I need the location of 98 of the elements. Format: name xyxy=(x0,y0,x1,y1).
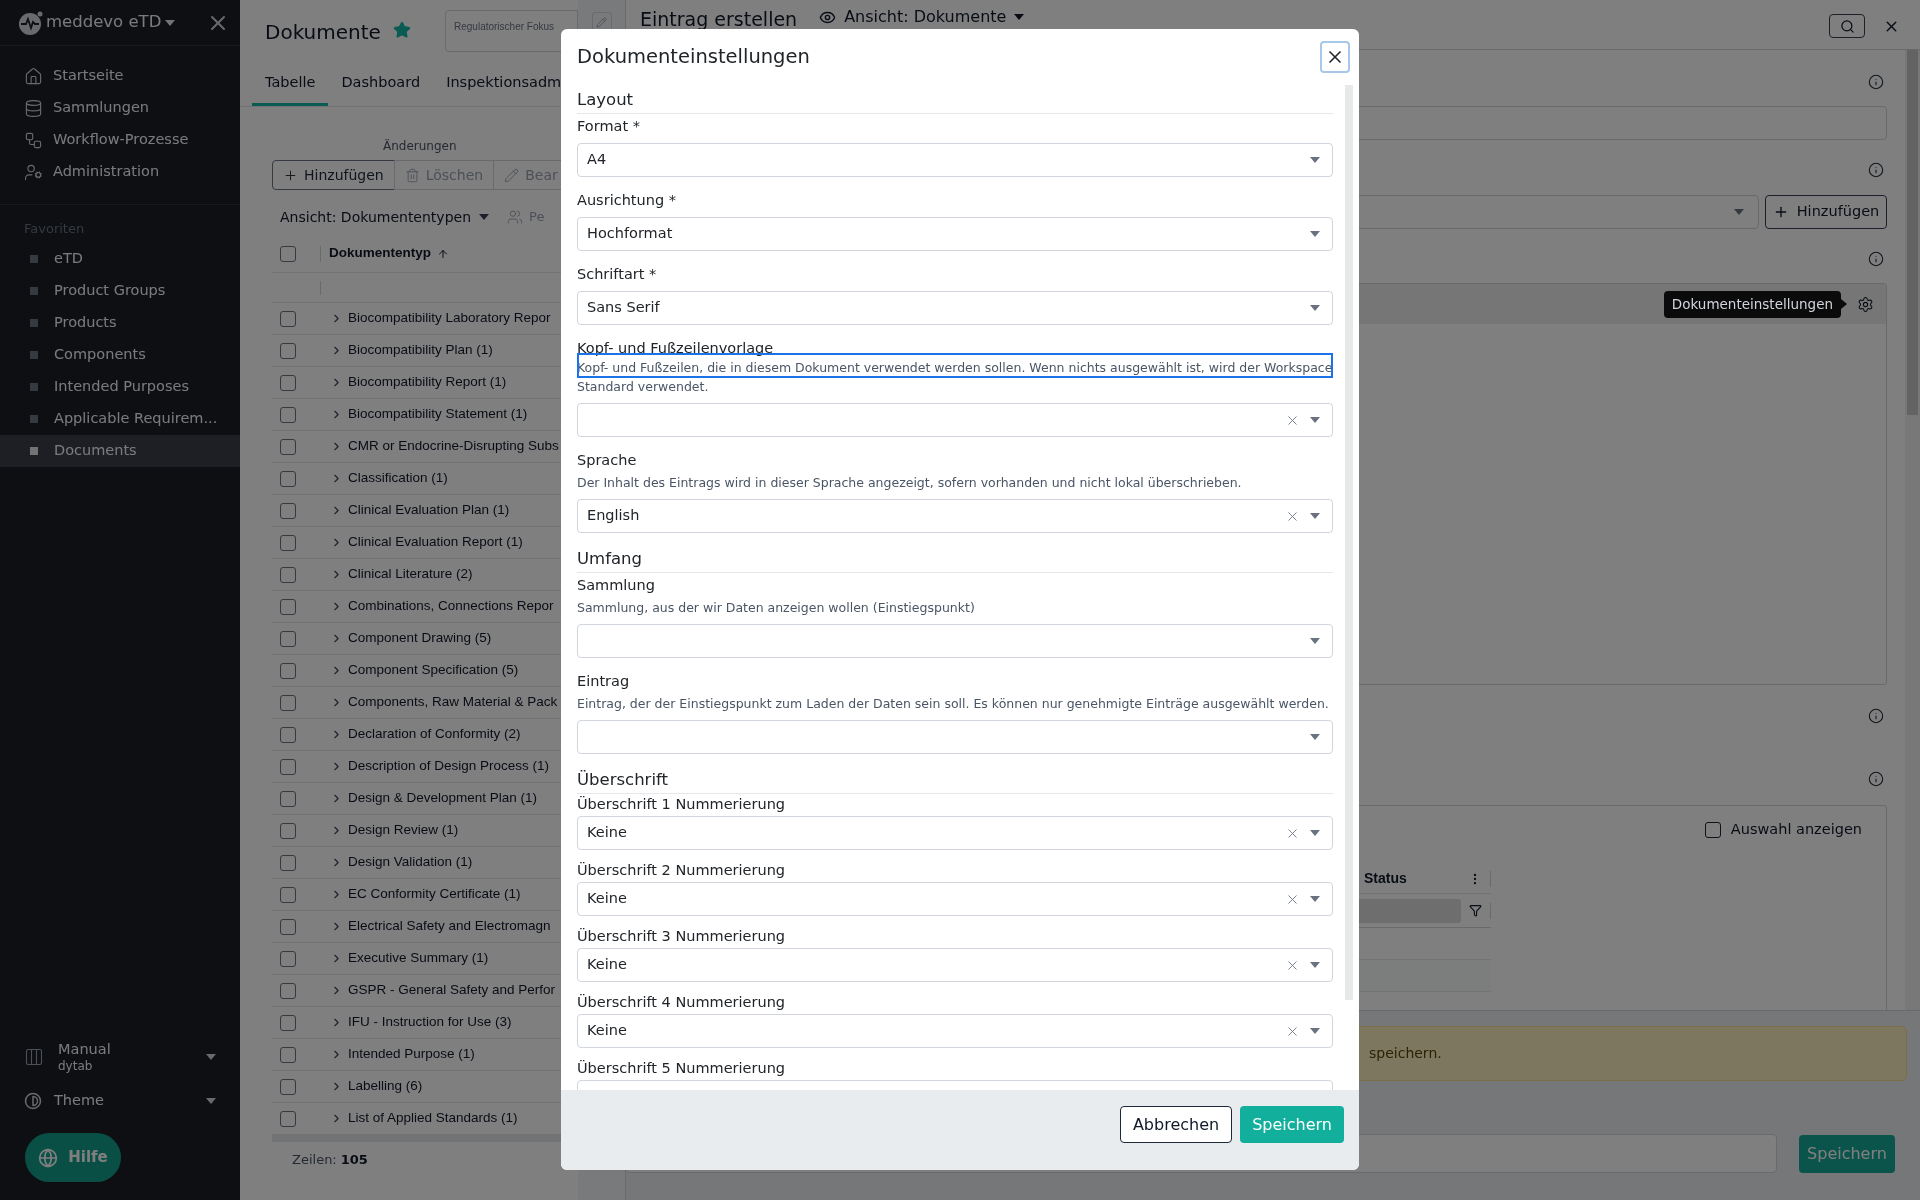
drawer-title: Eintrag erstellen xyxy=(640,7,798,32)
table-cell-text: Electrical Safety and Electromagn xyxy=(348,917,551,936)
favorite-label: Intended Purposes xyxy=(54,377,189,397)
brand-menu[interactable]: meddevo eTD xyxy=(46,10,176,35)
table-cell-text: Clinical Evaluation Report (1) xyxy=(348,533,523,552)
favorite-item[interactable]: Product Groups xyxy=(0,275,240,307)
field-label: Ausrichtung * xyxy=(577,191,677,209)
nav-item[interactable]: Administration xyxy=(0,156,240,188)
table-cell-text: Description of Design Process (1) xyxy=(348,757,550,776)
field-label: Kopf- und Fußzeilenvorlage xyxy=(577,339,775,357)
favorite-label: Components xyxy=(54,345,146,365)
table-cell-text: Biocompatibility Statement (1) xyxy=(348,405,528,424)
nav-label: Sammlungen xyxy=(53,98,150,118)
nav-label: Startseite xyxy=(53,66,124,86)
field-label: Eintrag xyxy=(577,672,631,690)
field-label: Sammlung xyxy=(577,576,656,594)
table-cell-text: Combinations, Connections Repor xyxy=(348,597,554,616)
favorite-item[interactable]: Documents xyxy=(0,435,240,467)
table-cell-text: Component Specification (5) xyxy=(348,661,519,680)
favorite-item[interactable]: Applicable Requirem... xyxy=(0,403,240,435)
field-label: Überschrift 1 Nummerierung xyxy=(577,795,787,813)
table-cell-text: Labelling (6) xyxy=(348,1077,423,1096)
table-cell-text: Clinical Evaluation Plan (1) xyxy=(348,501,510,520)
table-cell-text: Biocompatibility Report (1) xyxy=(348,373,507,392)
section-heading: Layout xyxy=(577,89,1333,114)
favorite-label: Documents xyxy=(54,441,137,461)
field-label: Überschrift 2 Nummerierung xyxy=(577,861,787,879)
column-header[interactable]: Status xyxy=(1356,868,1407,889)
select-field[interactable]: Keine xyxy=(577,948,1333,982)
field-label: Sprache xyxy=(577,451,638,469)
nav-label: Administration xyxy=(53,162,160,182)
cancel-button[interactable]: Abbrechen xyxy=(1119,1106,1233,1143)
dialog-title: Dokumenteinstellungen xyxy=(577,44,810,71)
favorite-label: Products xyxy=(54,313,117,333)
field-label: Überschrift 4 Nummerierung xyxy=(577,993,787,1011)
select-field[interactable]: A4 xyxy=(577,143,1333,177)
section-heading: Überschrift xyxy=(577,769,1333,794)
table-cell-text: Components, Raw Material & Pack xyxy=(348,693,558,712)
tab[interactable]: Tabelle xyxy=(252,62,329,106)
help-button[interactable]: Hilfe xyxy=(25,1133,121,1182)
table-cell-text: Biocompatibility Laboratory Repor xyxy=(348,309,551,328)
nav-item[interactable]: Sammlungen xyxy=(0,92,240,124)
select-field[interactable]: Keine xyxy=(577,1014,1333,1048)
nav-item[interactable]: Startseite xyxy=(0,60,240,92)
favorite-item[interactable]: Intended Purposes xyxy=(0,371,240,403)
row-count-label: Zeilen: xyxy=(292,1151,337,1170)
section-heading: Umfang xyxy=(577,548,1333,573)
workspace-switcher[interactable]: Manual dytab xyxy=(0,1035,240,1079)
select-field[interactable]: Keine xyxy=(577,882,1333,916)
table-cell-text: EC Conformity Certificate (1) xyxy=(348,885,521,904)
table-cell-text: Design & Development Plan (1) xyxy=(348,789,538,808)
table-cell-text: List of Applied Standards (1) xyxy=(348,1109,518,1128)
table-cell-text: IFU - Instruction for Use (3) xyxy=(348,1013,512,1032)
page-title: Dokumente xyxy=(265,19,381,46)
field-description: Der Inhalt des Eintrags wird in dieser Sprache angezeigt, sofern vorhanden und nicht lokal überschrieben. xyxy=(577,474,1243,492)
row-count: 105 xyxy=(340,1151,368,1170)
table-cell-text: GSPR - General Safety and Perfor xyxy=(348,981,556,1000)
field-label: Schriftart * xyxy=(577,265,658,283)
table-cell-text: Classification (1) xyxy=(348,469,448,488)
favorite-label: eTD xyxy=(54,249,83,269)
table-cell-text: Clinical Literature (2) xyxy=(348,565,473,584)
table-cell-text: CMR or Endocrine-Disrupting Subs xyxy=(348,437,559,456)
select-field[interactable]: Keine xyxy=(577,816,1333,850)
workspace-org: dytab xyxy=(58,1058,94,1074)
nav-item[interactable]: Workflow-Prozesse xyxy=(0,124,240,156)
tab[interactable]: Inspektionsadm xyxy=(433,62,575,106)
favorite-item[interactable]: Components xyxy=(0,339,240,371)
workspace-name: Manual xyxy=(58,1040,111,1059)
group-label: Änderungen xyxy=(383,138,458,154)
tooltip: Dokumenteinstellungen xyxy=(1663,290,1841,318)
select-field[interactable]: Sans Serif xyxy=(577,291,1333,325)
add-button[interactable]: Hinzufügen xyxy=(1765,195,1887,229)
field-description: Eintrag, der der Einstiegspunkt zum Laden der Daten sein soll. Es können nur genehmigte Einträge ausgewählt werden. xyxy=(577,695,1330,713)
favorite-item[interactable]: Products xyxy=(0,307,240,339)
theme-switcher[interactable]: Theme xyxy=(0,1083,240,1119)
table-cell-text: Design Validation (1) xyxy=(348,853,473,872)
view-selector[interactable]: Ansicht: Dokumententypen xyxy=(272,206,489,228)
select-field[interactable]: Hochformat xyxy=(577,217,1333,251)
favorite-label: Applicable Requirem... xyxy=(54,409,218,429)
column-header[interactable]: Dokumententyp xyxy=(329,243,431,264)
favorite-item[interactable]: eTD xyxy=(0,243,240,275)
table-cell-text: Declaration of Conformity (2) xyxy=(348,725,521,744)
table-cell-text: Design Review (1) xyxy=(348,821,459,840)
select-field[interactable]: English xyxy=(577,499,1333,533)
toggle-label: Auswahl anzeigen xyxy=(1730,820,1862,840)
toolbar-button[interactable]: Hinzufügen xyxy=(272,160,395,190)
favorite-label: Product Groups xyxy=(54,281,166,301)
table-cell-text: Component Drawing (5) xyxy=(348,629,492,648)
table-cell-text: Executive Summary (1) xyxy=(348,949,489,968)
nav-label: Workflow-Prozesse xyxy=(53,130,189,150)
field-description: Sammlung, aus der wir Daten anzeigen wollen (Einstiegspunkt) xyxy=(577,599,976,617)
save-button[interactable]: Speichern xyxy=(1240,1106,1344,1143)
field-label: Überschrift 3 Nummerierung xyxy=(577,927,787,945)
view-selector[interactable]: Ansicht: Dokumente xyxy=(819,5,1025,29)
tab[interactable]: Dashboard xyxy=(328,62,434,106)
table-cell-text: Intended Purpose (1) xyxy=(348,1045,475,1064)
field-label: Format * xyxy=(577,117,641,135)
table-cell-text: Biocompatibility Plan (1) xyxy=(348,341,493,360)
